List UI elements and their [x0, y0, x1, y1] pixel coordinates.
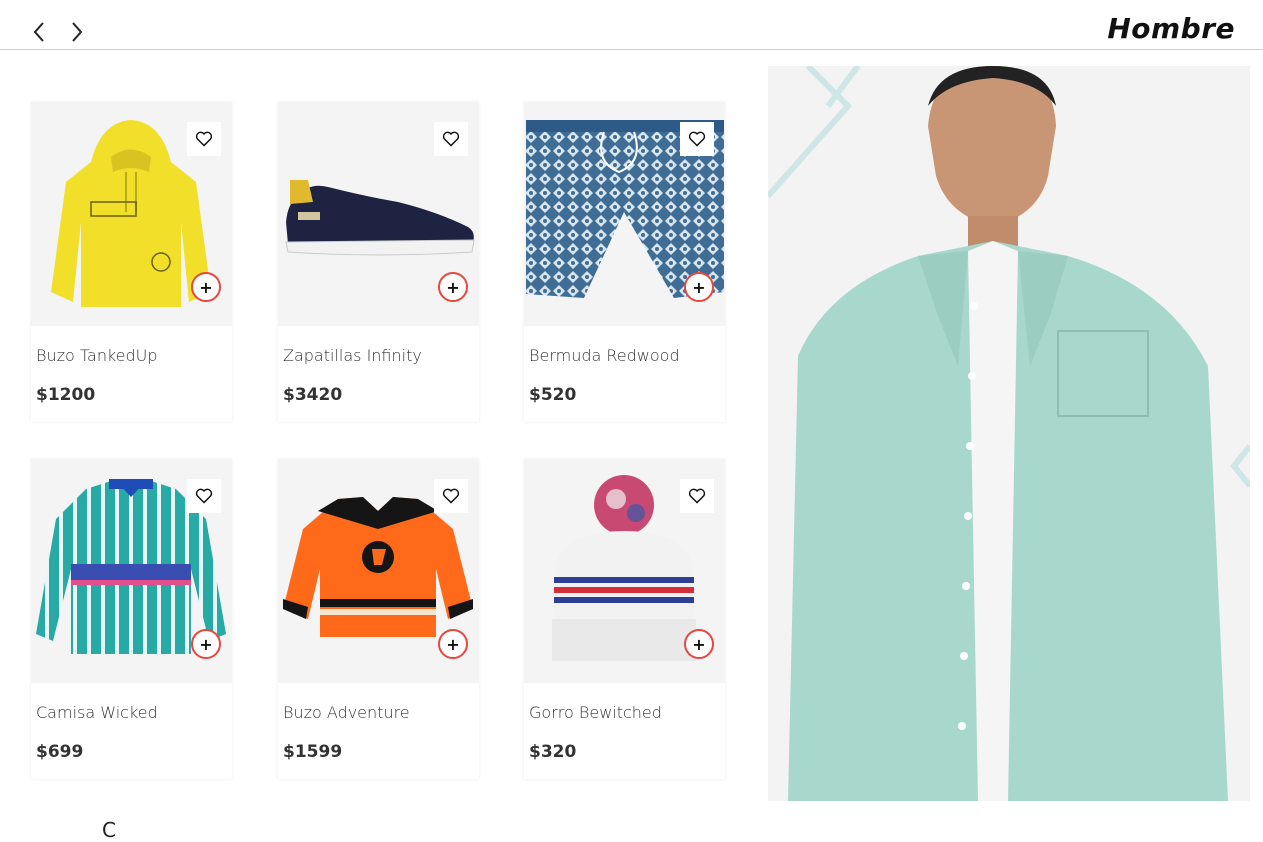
add-to-cart-button[interactable]: + — [191, 629, 221, 659]
add-to-cart-button[interactable]: + — [684, 272, 714, 302]
product-card[interactable]: + Camisa Wicked $699 — [31, 459, 232, 779]
page-title: Hombre — [1107, 12, 1235, 45]
product-card[interactable]: + Buzo Adventure $1599 — [278, 459, 479, 779]
product-card[interactable]: + Gorro Bewitched $320 — [524, 459, 725, 779]
product-name: Zapatillas Infinity — [283, 346, 422, 365]
section-heading-peek: C — [102, 818, 116, 842]
product-name: Buzo TankedUp — [36, 346, 158, 365]
top-bar: Hombre — [0, 0, 1263, 50]
product-image[interactable]: + — [278, 102, 479, 326]
favorite-button[interactable] — [434, 479, 468, 513]
add-to-cart-button[interactable]: + — [191, 272, 221, 302]
product-price: $699 — [36, 742, 84, 762]
heart-icon — [195, 131, 213, 147]
product-price: $1599 — [283, 742, 343, 762]
next-button[interactable] — [68, 18, 86, 46]
product-image[interactable]: + — [524, 459, 725, 683]
heart-icon — [688, 131, 706, 147]
product-name: Buzo Adventure — [283, 703, 410, 722]
product-price: $3420 — [283, 385, 343, 405]
product-price: $320 — [529, 742, 577, 762]
product-price: $520 — [529, 385, 577, 405]
product-name: Gorro Bewitched — [529, 703, 662, 722]
add-to-cart-button[interactable]: + — [684, 629, 714, 659]
heart-icon — [442, 131, 460, 147]
prev-button[interactable] — [30, 18, 48, 46]
favorite-button[interactable] — [680, 479, 714, 513]
product-card[interactable]: + Bermuda Redwood $520 — [524, 102, 725, 422]
chevron-right-icon — [72, 22, 83, 42]
chevron-left-icon — [33, 22, 44, 42]
product-image[interactable]: + — [278, 459, 479, 683]
favorite-button[interactable] — [187, 122, 221, 156]
product-card[interactable]: + Buzo TankedUp $1200 — [31, 102, 232, 422]
product-price: $1200 — [36, 385, 96, 405]
product-image[interactable]: + — [31, 102, 232, 326]
product-card[interactable]: + Zapatillas Infinity $3420 — [278, 102, 479, 422]
favorite-button[interactable] — [434, 122, 468, 156]
add-to-cart-button[interactable]: + — [438, 272, 468, 302]
heart-icon — [442, 488, 460, 504]
favorite-button[interactable] — [187, 479, 221, 513]
heart-icon — [688, 488, 706, 504]
product-image[interactable]: + — [524, 102, 725, 326]
product-name: Camisa Wicked — [36, 703, 158, 722]
product-name: Bermuda Redwood — [529, 346, 680, 365]
favorite-button[interactable] — [680, 122, 714, 156]
heart-icon — [195, 488, 213, 504]
add-to-cart-button[interactable]: + — [438, 629, 468, 659]
product-image[interactable]: + — [31, 459, 232, 683]
hero-banner-image — [768, 66, 1250, 801]
model-shirt-illustration — [768, 66, 1250, 801]
